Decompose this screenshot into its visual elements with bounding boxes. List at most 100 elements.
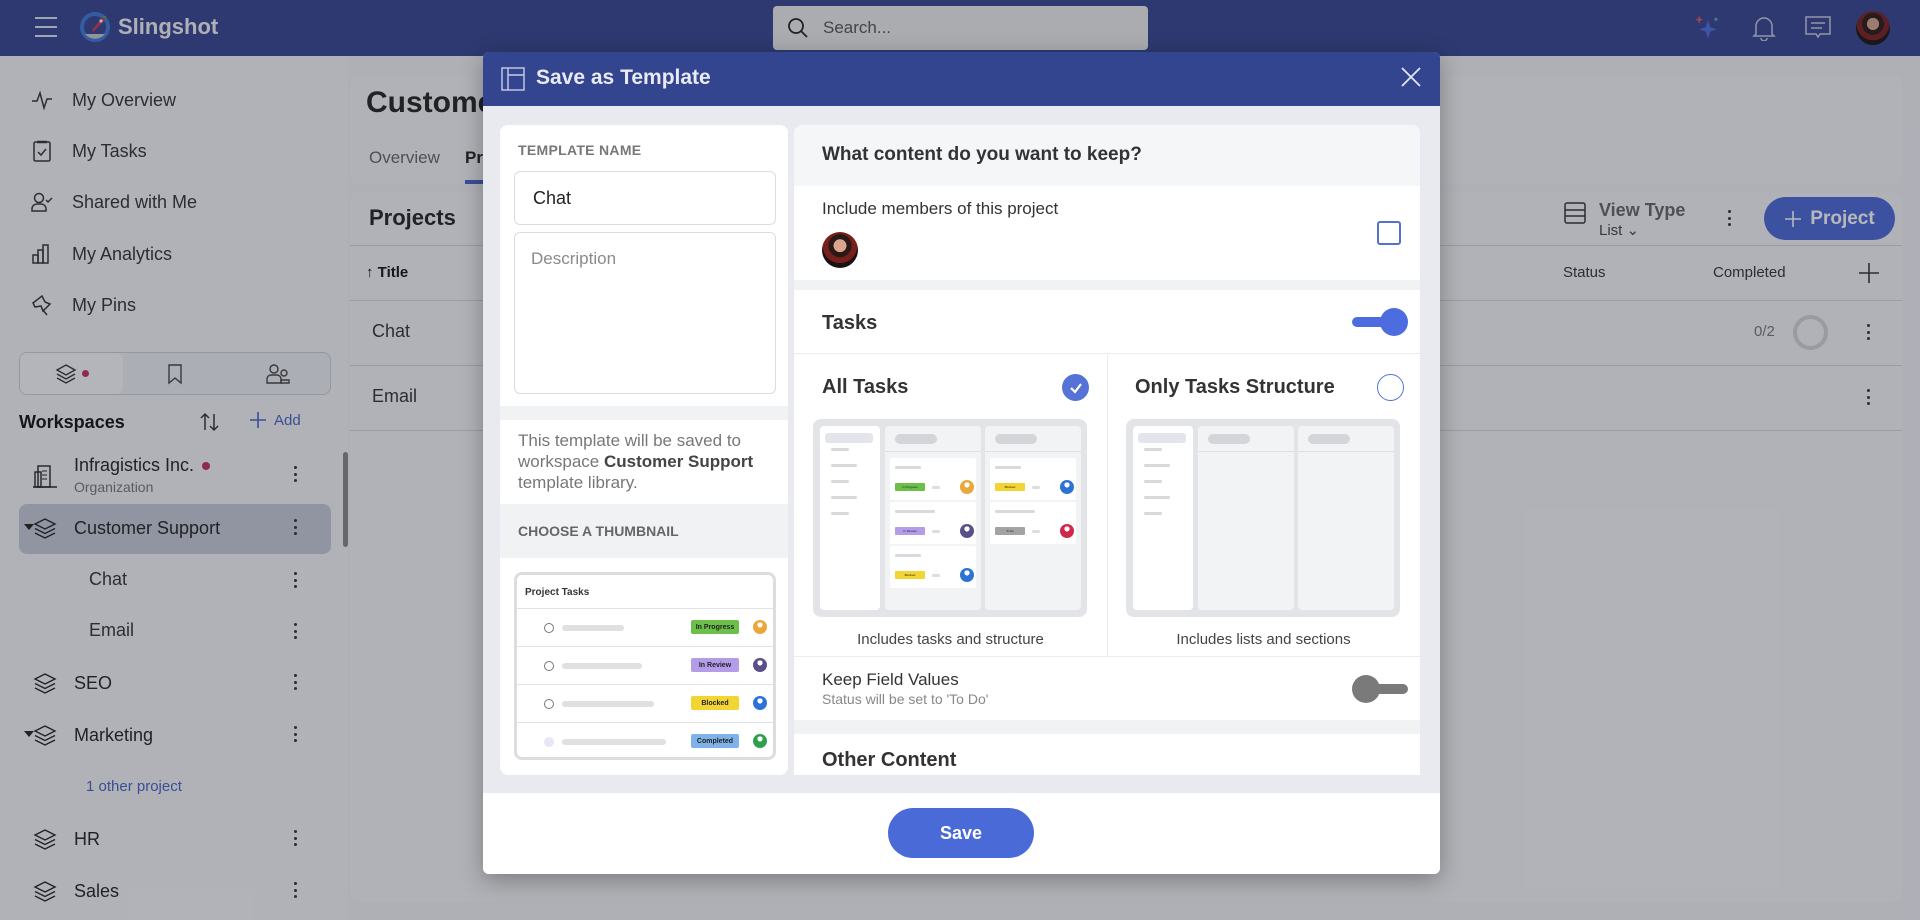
save-as-template-dialog: Save as Template TEMPLATE NAME This temp…	[483, 52, 1440, 874]
all-tasks-preview: In Progress In Review Blocked Blocked To Do	[813, 419, 1087, 617]
template-details-panel: TEMPLATE NAME This template will be save…	[500, 125, 788, 775]
thumbnail-task-row: In Review	[517, 646, 773, 684]
thumbnail-task-row: Blocked	[517, 684, 773, 722]
circle-icon	[544, 661, 554, 671]
preview-column: Blocked To Do	[985, 426, 1081, 610]
placeholder-bar	[895, 510, 935, 513]
preview-task-card: Blocked	[890, 546, 976, 588]
avatar-icon	[1060, 524, 1074, 538]
keep-field-values-sub: Status will be set to 'To Do'	[822, 691, 989, 707]
preview-task-card: In Review	[890, 502, 976, 544]
placeholder-bar	[562, 739, 666, 745]
option-caption: Includes tasks and structure	[857, 631, 1044, 648]
content-heading: What content do you want to keep?	[822, 144, 1142, 165]
placeholder-bar	[895, 554, 921, 557]
other-content-heading: Other Content	[822, 749, 957, 771]
placeholder-bar	[831, 512, 849, 515]
note-workspace: Customer Support	[603, 452, 754, 471]
separator	[794, 280, 1420, 290]
keep-field-values-row: Keep Field Values Status will be set to …	[794, 656, 1420, 720]
thumbnail-task-row: In Progress	[517, 608, 773, 646]
thumbnail-title: Project Tasks	[525, 587, 590, 598]
preview-column: In Progress In Review Blocked	[885, 426, 981, 610]
placeholder-bar	[1144, 464, 1170, 467]
thumbnail-option[interactable]: Project Tasks In Progress In Review Blocke…	[514, 572, 776, 760]
description-input[interactable]	[514, 232, 776, 394]
placeholder-bar	[1144, 496, 1170, 499]
checked-circle-icon	[544, 737, 554, 747]
avatar-icon	[753, 658, 767, 672]
thumbnail-label: CHOOSE A THUMBNAIL	[518, 523, 679, 539]
structure-preview	[1126, 419, 1400, 617]
preview-task-card: In Progress	[890, 458, 976, 500]
placeholder-bar	[1032, 486, 1040, 489]
status-tag: Blocked	[691, 696, 739, 710]
member-avatar	[822, 232, 858, 268]
placeholder-bar	[995, 510, 1035, 513]
note-text: template library.	[518, 473, 638, 492]
preview-selected-item	[825, 433, 873, 443]
avatar-icon	[753, 696, 767, 710]
avatar-icon	[960, 568, 974, 582]
status-tag: To Do	[995, 527, 1025, 535]
status-tag: In Progress	[895, 483, 925, 491]
placeholder-bar	[1144, 448, 1162, 451]
status-tag: In Progress	[691, 620, 739, 634]
preview-sidebar	[820, 426, 880, 610]
placeholder-bar	[1032, 530, 1040, 533]
placeholder-bar	[562, 625, 624, 631]
content-options-panel: What content do you want to keep? Includ…	[794, 125, 1420, 775]
option-caption: Includes lists and sections	[1176, 631, 1351, 648]
avatar-icon	[1060, 480, 1074, 494]
placeholder-bar	[1144, 480, 1162, 483]
option-only-tasks-structure[interactable]: Only Tasks Structure Includes lists and …	[1107, 354, 1420, 656]
keep-field-values-label: Keep Field Values	[822, 670, 959, 689]
circle-icon	[544, 623, 554, 633]
placeholder-bar	[562, 663, 642, 669]
placeholder-bar	[562, 701, 654, 707]
template-name-label: TEMPLATE NAME	[518, 142, 642, 158]
status-tag: Completed	[691, 734, 739, 748]
save-location-note: This template will be saved to workspace…	[518, 430, 778, 493]
avatar-icon	[960, 480, 974, 494]
placeholder-bar	[895, 466, 921, 469]
status-tag: In Review	[895, 527, 925, 535]
placeholder-bar	[831, 464, 857, 467]
preview-selected-item	[1138, 433, 1186, 443]
tasks-toggle[interactable]	[1352, 308, 1408, 336]
separator	[500, 406, 788, 420]
close-icon[interactable]	[1400, 66, 1422, 88]
placeholder-bar	[831, 480, 849, 483]
preview-task-card: Blocked	[990, 458, 1076, 500]
separator	[794, 720, 1420, 734]
radio-unselected-icon[interactable]	[1377, 374, 1404, 401]
placeholder-bar	[831, 496, 857, 499]
dialog-header: Save as Template	[483, 52, 1440, 106]
preview-column	[1198, 426, 1294, 610]
tasks-label: Tasks	[822, 312, 878, 334]
circle-icon	[544, 699, 554, 709]
preview-sidebar	[1133, 426, 1193, 610]
template-name-input[interactable]	[514, 171, 776, 225]
include-members-checkbox[interactable]	[1377, 221, 1401, 245]
option-all-tasks[interactable]: All Tasks In Progress In Review Blocked Bl…	[794, 354, 1107, 656]
avatar-icon	[753, 734, 767, 748]
content-heading-bar: What content do you want to keep?	[794, 125, 1420, 186]
dialog-title: Save as Template	[536, 66, 711, 89]
placeholder-bar	[932, 574, 940, 577]
preview-column	[1298, 426, 1394, 610]
check-icon	[1069, 382, 1082, 394]
thumbnail-section-header: CHOOSE A THUMBNAIL	[500, 504, 788, 558]
thumbnail-task-row: Completed	[517, 722, 773, 757]
placeholder-bar	[995, 466, 1021, 469]
keep-field-values-toggle[interactable]	[1352, 675, 1408, 703]
placeholder-bar	[932, 486, 940, 489]
include-members-row: Include members of this project	[794, 186, 1420, 280]
avatar-icon	[960, 524, 974, 538]
placeholder-bar	[932, 530, 940, 533]
placeholder-bar	[831, 448, 849, 451]
status-tag: Blocked	[995, 483, 1025, 491]
save-button[interactable]: Save	[888, 808, 1034, 858]
option-title: All Tasks	[822, 376, 909, 398]
radio-selected-icon[interactable]	[1062, 374, 1089, 401]
